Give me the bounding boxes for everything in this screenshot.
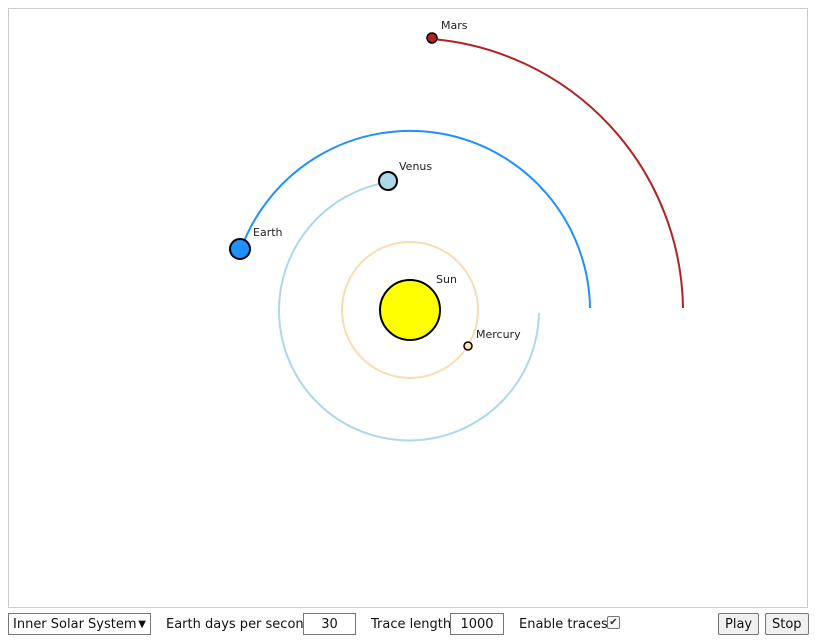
mercury-planet (463, 341, 473, 351)
sun (379, 279, 441, 341)
earth-label: Earth (253, 226, 283, 239)
trace-length-label: Trace length (371, 616, 452, 632)
system-select-value: Inner Solar System (13, 616, 137, 632)
system-select[interactable]: Inner Solar System ▼ (8, 613, 151, 635)
enable-traces-label: Enable traces (519, 616, 608, 632)
venus-planet (378, 171, 398, 191)
enable-traces-checkbox[interactable]: ✔ (607, 615, 620, 629)
mars-label: Mars (441, 19, 468, 32)
days-per-second-input[interactable] (303, 613, 356, 635)
control-bar: Inner Solar System ▼ Earth days per seco… (8, 613, 810, 637)
stop-button[interactable]: Stop (765, 613, 809, 635)
venus-label: Venus (399, 160, 432, 173)
earth-planet (229, 238, 251, 260)
sun-label: Sun (436, 273, 457, 286)
days-per-second-label: Earth days per second (166, 616, 312, 632)
trace-length-input[interactable] (450, 613, 504, 635)
play-button[interactable]: Play (718, 613, 760, 635)
triangle-down-icon: ▼ (138, 618, 146, 630)
mercury-label: Mercury (476, 328, 521, 341)
mars-planet (426, 32, 438, 44)
orbit-svg: Sun Mercury Venus Earth Mars (229, 19, 684, 442)
simulation-canvas: Sun Mercury Venus Earth Mars (8, 8, 808, 608)
mars-orbit-trace (431, 38, 684, 309)
enable-traces-checkbox-wrap[interactable]: ✔ (607, 611, 620, 633)
